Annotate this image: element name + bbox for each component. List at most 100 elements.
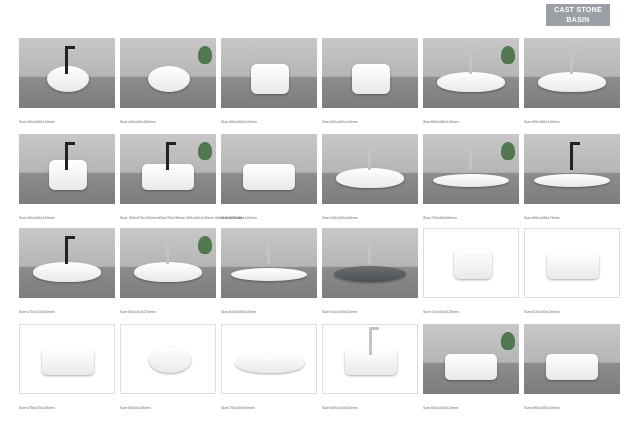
- size-caption: Size: 500x375x130mm 600x370x130mm 550x40…: [120, 216, 243, 220]
- plant-icon: [501, 142, 515, 160]
- basin-photo: [19, 38, 115, 108]
- faucet-spout: [166, 236, 176, 239]
- faucet-icon: [469, 142, 472, 170]
- faucet-spout: [368, 142, 378, 145]
- size-caption: Size:400x400x140mm: [221, 120, 257, 124]
- size-caption: Size:510x400x120mm: [524, 310, 560, 314]
- catalog-header: CAST STONE BASIN 人造石台盆: [546, 4, 610, 33]
- product-card: Size: 500x375x130mm 600x370x130mm 550x40…: [120, 134, 243, 221]
- basin-photo: [19, 228, 115, 298]
- basin-photo: [524, 134, 620, 204]
- faucet-icon: [65, 46, 68, 74]
- faucet-icon: [368, 236, 371, 264]
- faucet-spout: [166, 142, 176, 145]
- basin-photo: [120, 324, 216, 394]
- plant-icon: [198, 236, 212, 254]
- basin-shape: [538, 72, 606, 92]
- faucet-icon: [369, 327, 372, 355]
- basin-shape: [149, 347, 191, 373]
- plant-icon: [198, 46, 212, 64]
- size-caption: Size:410x410x120mm: [423, 310, 459, 314]
- size-caption: Size:600x350x140mm: [423, 120, 459, 124]
- faucet-spout: [570, 142, 580, 145]
- product-card: Size:475x475x105mm: [19, 324, 115, 411]
- product-card: Size:615x405x115mm: [221, 228, 317, 315]
- product-card: Size:510x400x120mm: [524, 228, 620, 315]
- basin-photo: [423, 134, 519, 204]
- product-card: Size:600x415x100mm: [322, 324, 418, 411]
- basin-shape: [352, 64, 390, 94]
- basin-shape: [134, 262, 202, 282]
- basin-photo: [221, 38, 317, 108]
- faucet-spout: [65, 236, 75, 239]
- basin-shape: [546, 354, 598, 380]
- basin-photo: [19, 324, 115, 394]
- size-caption: Size:Ø515x105mm: [120, 406, 151, 410]
- basin-photo: [423, 38, 519, 108]
- size-caption: Size:615x405x115mm: [221, 310, 257, 314]
- faucet-spout: [469, 46, 479, 49]
- size-caption: Size:400x400x150mm: [19, 216, 55, 220]
- size-caption: Size:595x345x105mm: [524, 406, 560, 410]
- basin-photo: [322, 324, 418, 394]
- size-caption: Size:400x400x150mm: [120, 120, 156, 124]
- faucet-icon: [65, 142, 68, 170]
- basin-shape: [47, 66, 89, 92]
- faucet-icon: [166, 236, 169, 264]
- product-card: Size:400x400x140mm: [19, 38, 115, 125]
- size-caption: Size:690x405x175mm: [524, 216, 560, 220]
- basin-photo: [524, 324, 620, 394]
- size-caption: Size:610x400x115mm: [322, 310, 358, 314]
- faucet-spout: [369, 327, 379, 330]
- faucet-spout: [570, 46, 580, 49]
- product-card: Size:595x345x105mm: [524, 324, 620, 411]
- basin-photo: [120, 38, 216, 108]
- basin-shape: [547, 253, 599, 279]
- plant-icon: [501, 46, 515, 64]
- basin-photo: [221, 324, 317, 394]
- product-card: Size:Ø515x105mm: [120, 324, 216, 411]
- basin-shape: [148, 66, 190, 92]
- faucet-spout: [368, 236, 378, 239]
- product-card: Size:690x405x175mm: [524, 134, 620, 221]
- product-card: Size:530x410x170mm: [120, 228, 216, 315]
- size-caption: Size:545x325x160mm: [322, 216, 358, 220]
- basin-shape: [454, 249, 492, 279]
- size-caption: Size:470x410x160mm: [19, 310, 55, 314]
- basin-photo: [322, 38, 418, 108]
- faucet-spout: [469, 142, 479, 145]
- catalog-title: CAST STONE BASIN: [554, 7, 602, 24]
- faucet-spout: [65, 142, 75, 145]
- basin-shape: [42, 349, 94, 375]
- catalog-subtitle: 人造石台盆: [562, 27, 593, 33]
- size-caption: Size:590x360x130mm: [524, 120, 560, 124]
- size-caption: Size:505x400x110mm: [423, 406, 459, 410]
- product-card: Size:400x400x150mm: [120, 38, 216, 125]
- basin-shape: [534, 174, 610, 187]
- basin-shape: [334, 266, 406, 282]
- basin-shape: [433, 174, 509, 187]
- product-card: Size:500x360x140mm: [221, 134, 317, 221]
- faucet-spout: [267, 236, 277, 239]
- plant-icon: [501, 332, 515, 350]
- size-caption: Size:700x400x90mm: [221, 406, 255, 410]
- basin-photo: [19, 134, 115, 204]
- product-card: Size:700x400x80mm: [423, 134, 519, 221]
- basin-shape: [33, 262, 101, 282]
- basin-photo: [322, 134, 418, 204]
- faucet-icon: [65, 236, 68, 264]
- basin-shape: [251, 64, 289, 94]
- size-caption: Size:600x415x100mm: [322, 406, 358, 410]
- plant-icon: [198, 142, 212, 160]
- basin-photo: [423, 228, 519, 298]
- basin-photo: [120, 228, 216, 298]
- faucet-icon: [469, 46, 472, 74]
- product-card: Size:400x400x150mm: [19, 134, 115, 221]
- faucet-icon: [166, 142, 169, 170]
- basin-shape: [445, 354, 497, 380]
- product-card: Size:590x360x130mm: [524, 38, 620, 125]
- product-card: Size:400x400x140mm: [322, 38, 418, 125]
- product-card: Size:410x410x120mm: [423, 228, 519, 315]
- size-caption: Size:400x400x140mm: [322, 120, 358, 124]
- basin-photo: [322, 228, 418, 298]
